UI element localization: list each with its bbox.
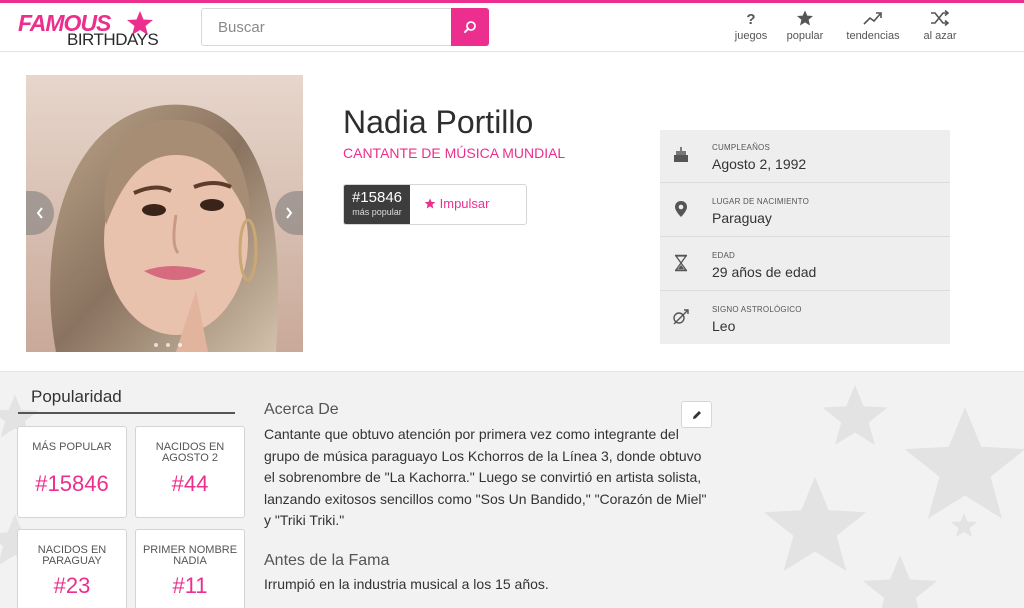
rank-number: #15846: [351, 189, 403, 206]
background-star-icon: [862, 555, 938, 608]
svg-text:?: ?: [746, 11, 755, 26]
fact-age-label: EDAD: [712, 251, 736, 260]
star-icon: [797, 10, 813, 26]
before-fame-text: Irrumpió en la industria musical a los 1…: [264, 576, 549, 592]
facts-panel: CUMPLEAÑOS Agosto 2, 1992 LUGAR DE NACIM…: [660, 130, 950, 344]
logo-birthdays-text: BIRTHDAYS: [67, 30, 159, 49]
leo-sign-icon: [673, 309, 689, 325]
nav-tendencias[interactable]: tendencias: [838, 8, 908, 50]
background-star-icon: [904, 407, 1024, 519]
background-star-icon: [763, 476, 867, 572]
stat-value: #44: [171, 471, 209, 496]
fact-birthday: CUMPLEAÑOS Agosto 2, 1992: [660, 130, 950, 183]
fact-zodiac-value[interactable]: Leo: [712, 318, 735, 334]
site-logo[interactable]: FAMOUS BIRTHDAYS: [18, 10, 159, 50]
fact-birthday-value[interactable]: Agosto 2, 1992: [712, 156, 806, 172]
stat-label: MÁS POPULAR: [32, 441, 112, 453]
stat-born-paraguay[interactable]: NACIDOS EN PARAGUAY #23: [17, 529, 127, 608]
popularity-divider: [18, 412, 235, 414]
stat-label: PRIMER NOMBRE NADIA: [142, 544, 238, 567]
profile-photo-illustration: [26, 75, 303, 352]
profile-photo: [26, 75, 303, 352]
stat-first-name-nadia[interactable]: PRIMER NOMBRE NADIA #11: [135, 529, 245, 608]
location-pin-icon: [675, 201, 687, 217]
profile-occupation[interactable]: CANTANTE DE MÚSICA MUNDIAL: [343, 145, 565, 161]
stat-label: NACIDOS EN AGOSTO 2: [155, 441, 225, 464]
search-input[interactable]: [203, 10, 451, 44]
stat-value: #23: [53, 573, 91, 598]
rank-subtitle: más popular: [352, 207, 402, 217]
before-fame-title: Antes de la Fama: [264, 552, 390, 569]
site-header: FAMOUS BIRTHDAYS ? juegos popular ten: [0, 3, 1024, 52]
shuffle-icon: [931, 10, 950, 26]
fact-birthplace: LUGAR DE NACIMIENTO Paraguay: [660, 184, 950, 237]
background-star-icon: [822, 385, 888, 445]
trending-icon: [863, 12, 882, 25]
about-title: Acerca De: [264, 401, 339, 418]
rank-boost-box: #15846 más popular Impulsar: [343, 184, 527, 225]
stat-label: NACIDOS EN PARAGUAY: [37, 544, 107, 567]
chevron-left-icon: [36, 207, 43, 219]
star-icon: [424, 198, 436, 209]
fact-birthday-label: CUMPLEAÑOS: [712, 143, 771, 152]
details-section: Popularidad MÁS POPULAR #15846 NACIDOS E…: [0, 371, 1024, 608]
stat-value: #15846: [35, 471, 109, 496]
cake-icon: [674, 147, 688, 162]
search-icon: [464, 21, 476, 33]
fact-birthplace-value[interactable]: Paraguay: [712, 210, 772, 226]
nav-al-azar-label: al azar: [923, 30, 957, 42]
stat-value: #11: [172, 573, 208, 598]
profile-name: Nadia Portillo: [343, 104, 534, 140]
nav-popular[interactable]: popular: [770, 8, 840, 50]
nav-popular-label: popular: [786, 30, 824, 42]
rank-badge[interactable]: #15846 más popular: [344, 185, 410, 224]
search-button[interactable]: [451, 8, 489, 46]
fact-zodiac: SIGNO ASTROLÓGICO Leo: [660, 292, 950, 345]
about-text: Cantante que obtuvo atención por primera…: [264, 426, 707, 528]
fact-birthplace-label: LUGAR DE NACIMIENTO: [712, 197, 809, 206]
hourglass-icon: [674, 254, 688, 272]
nav-tendencias-label: tendencias: [846, 30, 900, 42]
chevron-right-icon: [286, 207, 293, 219]
stat-most-popular[interactable]: MÁS POPULAR #15846: [17, 426, 127, 518]
background-star-icon: [951, 513, 977, 537]
boost-button[interactable]: Impulsar: [424, 196, 489, 211]
fact-age: EDAD 29 años de edad: [660, 238, 950, 291]
search-box: [201, 8, 489, 46]
nav-al-azar[interactable]: al azar: [905, 8, 975, 50]
pencil-icon: [692, 410, 701, 419]
popularity-title: Popularidad: [31, 387, 122, 406]
fact-age-value: 29 años de edad: [712, 264, 817, 280]
boost-label: Impulsar: [439, 196, 490, 211]
question-icon: ?: [746, 11, 755, 26]
stat-born-august-2[interactable]: NACIDOS EN AGOSTO 2 #44: [135, 426, 245, 518]
fact-zodiac-label: SIGNO ASTROLÓGICO: [712, 305, 802, 314]
